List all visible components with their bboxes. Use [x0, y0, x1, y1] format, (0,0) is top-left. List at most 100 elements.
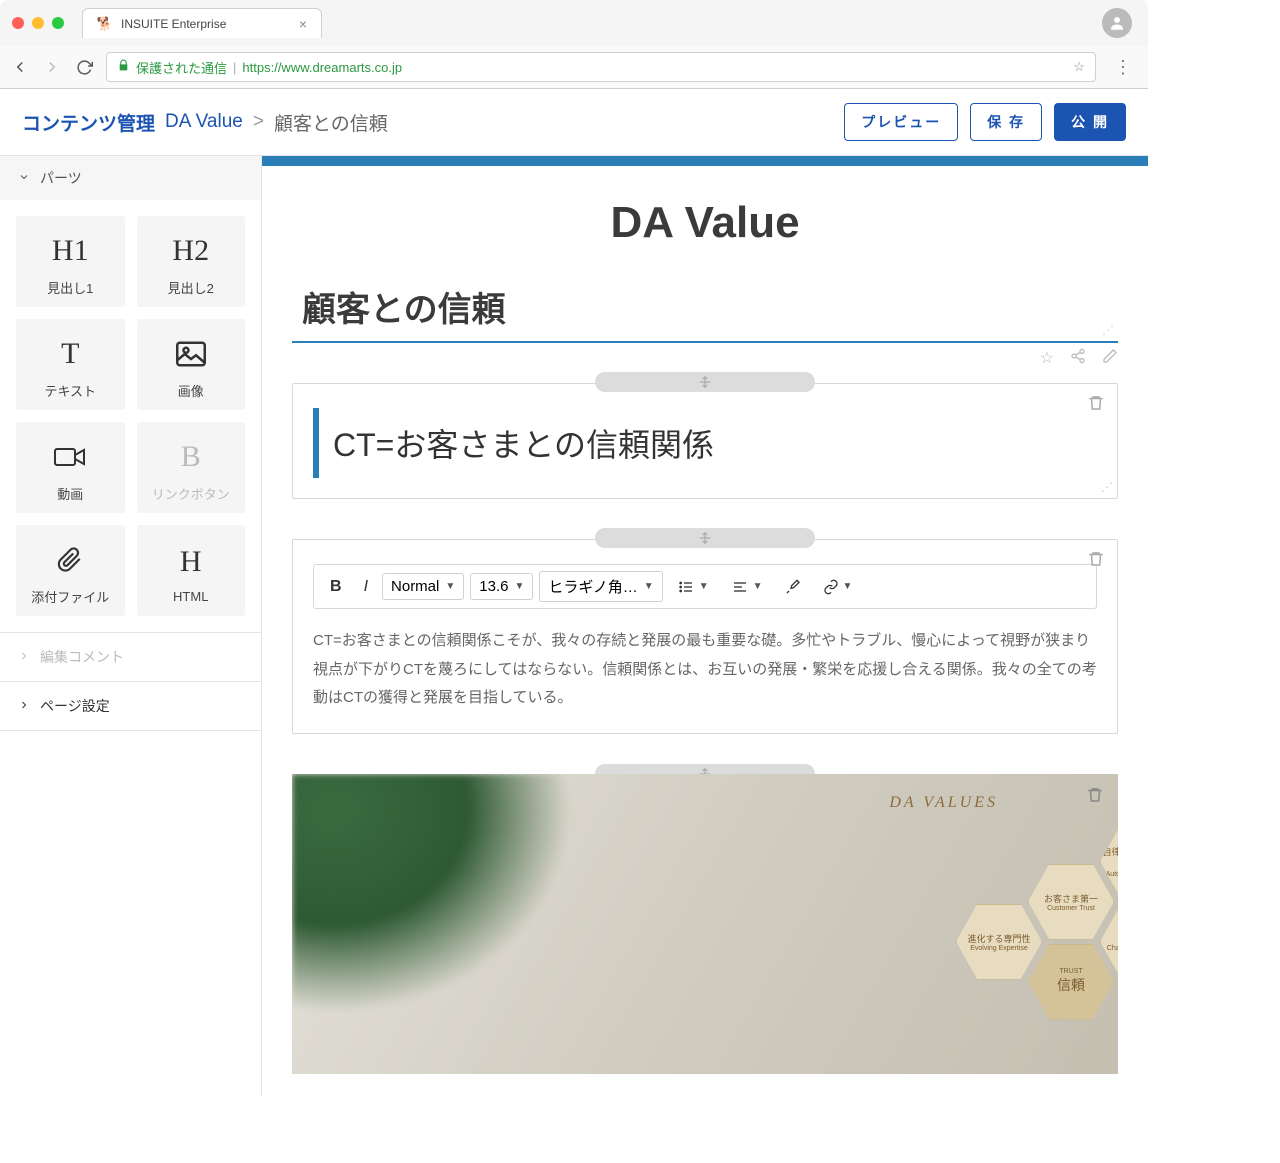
hexagon-tile-center: TRUST 信頼 [1028, 944, 1114, 1020]
sidebar: パーツ H1 見出し1 H2 見出し2 T テキスト [0, 156, 262, 1096]
parts-section-header[interactable]: パーツ [0, 156, 261, 200]
chevron-down-icon [18, 170, 30, 186]
subtitle-field[interactable]: 顧客との信頼 ⋰ ☆ [292, 276, 1118, 343]
image-icon [176, 333, 206, 375]
drag-handle[interactable] [595, 372, 815, 392]
star-icon[interactable]: ☆ [1040, 348, 1054, 369]
link-button-icon: B [181, 436, 201, 478]
font-size-value: 13.6 [479, 578, 508, 595]
breadcrumb: コンテンツ管理 DA Value > 顧客との信頼 [22, 109, 388, 136]
resize-handle-icon[interactable]: ⋰ [1101, 480, 1113, 494]
richtext-body[interactable]: CT=お客さまとの信頼関係こそが、我々の存続と発展の最も重要な礎。多忙やトラブル… [313, 627, 1097, 713]
color-picker-button[interactable] [777, 575, 809, 599]
bookmark-star-icon[interactable]: ☆ [1073, 59, 1085, 75]
breadcrumb-root[interactable]: コンテンツ管理 [22, 109, 155, 136]
style-select[interactable]: Normal ▼ [382, 573, 464, 600]
part-tile-attachment[interactable]: 添付ファイル [16, 525, 125, 616]
content-block-richtext[interactable]: B I Normal ▼ 13.6 ▼ ヒラギノ角… ▼ ▼ [292, 539, 1118, 734]
part-label: 見出し1 [47, 278, 93, 297]
breadcrumb-separator: > [253, 111, 264, 133]
image-content: DA VALUES お客さま第一 Customer Trust 自律とリーダーシ… [292, 774, 1118, 1074]
hexagon-tile: 進化する専門性 Evolving Expertise [956, 904, 1042, 980]
close-window-button[interactable] [12, 17, 24, 29]
edit-comment-label: 編集コメント [40, 647, 124, 667]
align-button[interactable]: ▼ [723, 575, 771, 599]
part-label: 添付ファイル [31, 587, 109, 606]
part-label: 画像 [178, 381, 204, 400]
page-settings-label: ページ設定 [40, 696, 110, 716]
parts-label: パーツ [40, 168, 82, 188]
part-tile-image[interactable]: 画像 [137, 319, 246, 410]
content-block-heading[interactable]: CT=お客さまとの信頼関係 ⋰ [292, 383, 1118, 499]
preview-button[interactable]: プレビュー [844, 103, 958, 141]
h1-icon: H1 [52, 230, 89, 272]
image-banner-text: DA VALUES [889, 794, 998, 812]
part-label: テキスト [44, 381, 96, 400]
delete-block-icon[interactable] [1087, 394, 1105, 417]
chevron-down-icon: ▼ [753, 581, 763, 592]
browser-menu-icon[interactable]: ⋮ [1108, 57, 1138, 78]
publish-button[interactable]: 公 開 [1054, 103, 1126, 141]
part-tile-html[interactable]: H HTML [137, 525, 246, 616]
chevron-right-icon [18, 649, 30, 665]
video-icon [54, 436, 86, 478]
style-select-value: Normal [391, 578, 439, 595]
forward-button[interactable] [42, 57, 62, 77]
font-family-value: ヒラギノ角… [548, 576, 637, 597]
canvas-accent-bar [262, 156, 1148, 166]
list-button[interactable]: ▼ [669, 575, 717, 599]
chevron-down-icon: ▼ [699, 581, 709, 592]
part-label: リンクボタン [152, 484, 230, 503]
share-icon[interactable] [1070, 348, 1086, 369]
profile-avatar-icon[interactable] [1102, 8, 1132, 38]
sidebar-item-page-settings[interactable]: ページ設定 [0, 682, 261, 730]
reload-button[interactable] [74, 57, 94, 77]
delete-block-icon[interactable] [1087, 550, 1105, 573]
part-tile-video[interactable]: 動画 [16, 422, 125, 513]
tab-close-icon[interactable]: × [299, 16, 307, 32]
part-tile-text[interactable]: T テキスト [16, 319, 125, 410]
address-bar[interactable]: 保護された通信 | https://www.dreamarts.co.jp ☆ [106, 52, 1096, 82]
edit-icon[interactable] [1102, 348, 1118, 369]
part-tile-h2[interactable]: H2 見出し2 [137, 216, 246, 307]
tab-title: INSUITE Enterprise [121, 17, 226, 31]
font-size-select[interactable]: 13.6 ▼ [470, 573, 533, 600]
browser-tab[interactable]: 🐕 INSUITE Enterprise × [82, 8, 322, 38]
window-controls [12, 17, 64, 29]
hexagon-tile: お客さま第一 Customer Trust [1028, 864, 1114, 940]
tab-favicon-icon: 🐕 [97, 16, 113, 32]
back-button[interactable] [10, 57, 30, 77]
secure-label: 保護された通信 [136, 58, 227, 77]
breadcrumb-current: 顧客との信頼 [274, 109, 388, 136]
part-tile-link-button: B リンクボタン [137, 422, 246, 513]
chevron-right-icon [18, 698, 30, 714]
chevron-down-icon: ▼ [445, 581, 455, 592]
sidebar-item-edit-comment: 編集コメント [0, 633, 261, 681]
chevron-down-icon: ▼ [514, 581, 524, 592]
subtitle-text: 顧客との信頼 [302, 282, 1108, 331]
url-separator: | [233, 60, 236, 75]
chevron-down-icon: ▼ [644, 581, 654, 592]
font-family-select[interactable]: ヒラギノ角… ▼ [539, 571, 662, 602]
link-button[interactable]: ▼ [815, 575, 861, 599]
app-header: コンテンツ管理 DA Value > 顧客との信頼 プレビュー 保 存 公 開 [0, 89, 1148, 156]
browser-chrome: 🐕 INSUITE Enterprise × 保護された通信 | https:/… [0, 0, 1148, 89]
part-label: HTML [173, 589, 208, 604]
maximize-window-button[interactable] [52, 17, 64, 29]
resize-handle-icon[interactable]: ⋰ [1102, 323, 1114, 337]
save-button[interactable]: 保 存 [970, 103, 1042, 141]
heading-text[interactable]: CT=お客さまとの信頼関係 [313, 408, 1097, 478]
content-block-image[interactable]: DA VALUES お客さま第一 Customer Trust 自律とリーダーシ… [292, 774, 1118, 1074]
h2-icon: H2 [172, 230, 209, 272]
minimize-window-button[interactable] [32, 17, 44, 29]
bold-button[interactable]: B [322, 574, 350, 600]
html-icon: H [180, 541, 202, 583]
image-decor-plant [292, 774, 572, 1014]
part-tile-h1[interactable]: H1 見出し1 [16, 216, 125, 307]
part-label: 動画 [57, 484, 83, 503]
drag-handle[interactable] [595, 528, 815, 548]
italic-button[interactable]: I [356, 574, 376, 600]
delete-block-icon[interactable] [1086, 786, 1104, 809]
chevron-down-icon: ▼ [843, 581, 853, 592]
breadcrumb-link[interactable]: DA Value [165, 111, 243, 133]
